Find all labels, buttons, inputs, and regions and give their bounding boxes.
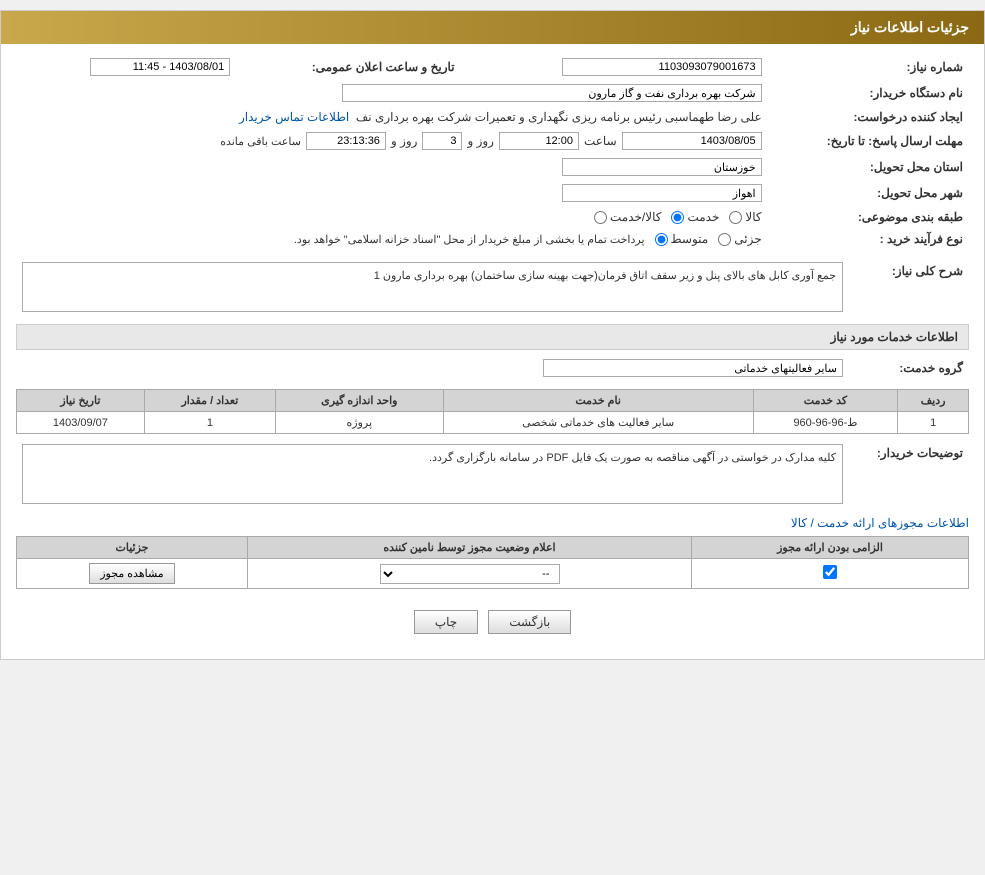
province-label: استان محل تحویل: (768, 154, 969, 180)
service-group-label: گروه خدمت: (849, 355, 969, 381)
purchase-type-group: جزئی متوسط پرداخت تمام یا بخشی از مبلغ خ… (294, 232, 762, 246)
category-label: طبقه بندی موضوعی: (768, 206, 969, 228)
view-permit-button[interactable]: مشاهده مجوز (89, 563, 174, 584)
send-counter-field[interactable] (306, 132, 386, 150)
permissions-table: الزامی بودن ارائه مجوز اعلام وضعیت مجوز … (16, 536, 969, 589)
col-quantity: تعداد / مقدار (144, 390, 275, 412)
table-row: -- مشاهده مجوز (17, 559, 969, 589)
perm-status-select[interactable]: -- (380, 564, 560, 584)
col-service-code: کد خدمت (753, 390, 898, 412)
description-table: شرح کلی نیاز: جمع آوری کابل های بالای پن… (16, 258, 969, 316)
purchase-motavset-option[interactable]: متوسط (655, 232, 709, 246)
cell-row-num: 1 (898, 412, 969, 434)
buyer-org-field[interactable] (342, 84, 762, 102)
service-group-field[interactable] (543, 359, 843, 377)
need-number-label: شماره نیاز: (768, 54, 969, 80)
info-table: شماره نیاز: تاریخ و ساعت اعلان عمومی: نا… (16, 54, 969, 250)
category-khedmat-option[interactable]: خدمت (671, 210, 719, 224)
time-label: ساعت (584, 134, 617, 148)
service-group-table: گروه خدمت: (16, 355, 969, 381)
buyer-org-label: نام دستگاه خریدار: (768, 80, 969, 106)
perm-required-checkbox[interactable] (823, 565, 837, 579)
city-label: شهر محل تحویل: (768, 180, 969, 206)
creator-label: ایجاد کننده درخواست: (768, 106, 969, 128)
col-date: تاریخ نیاز (17, 390, 145, 412)
days-label: روز و (467, 134, 494, 148)
perm-col-details: جزئیات (17, 537, 248, 559)
announce-datetime-field[interactable] (90, 58, 230, 76)
send-date-field[interactable] (622, 132, 762, 150)
purchase-type-label: نوع فرآیند خرید : (768, 228, 969, 250)
announce-datetime-label: تاریخ و ساعت اعلان عمومی: (236, 54, 460, 80)
col-unit: واحد اندازه گیری (275, 390, 443, 412)
purchase-note: پرداخت تمام یا بخشی از مبلغ خریدار از مح… (294, 233, 645, 246)
col-service-name: نام خدمت (443, 390, 753, 412)
send-days-field[interactable] (422, 132, 462, 150)
permits-section-link[interactable]: اطلاعات مجوزهای ارائه خدمت / کالا (791, 516, 969, 530)
category-radio-group: کالا خدمت کالا/خدمت (594, 210, 762, 224)
cell-quantity: 1 (144, 412, 275, 434)
buyer-notes-table: توضیحات خریدار: کلیه مدارک در خواستی در … (16, 440, 969, 508)
back-button[interactable]: بازگشت (488, 610, 571, 634)
description-label: شرح کلی نیاز: (849, 258, 969, 316)
cell-unit: پروژه (275, 412, 443, 434)
creator-link[interactable]: اطلاعات تماس خریدار (239, 110, 349, 124)
cell-date: 1403/09/07 (17, 412, 145, 434)
send-time-field[interactable] (499, 132, 579, 150)
buyer-notes-label: توضیحات خریدار: (849, 440, 969, 508)
need-number-field[interactable] (562, 58, 762, 76)
description-box: جمع آوری کابل های بالای پنل و زیر سقف ات… (22, 262, 843, 312)
send-deadline-label: مهلت ارسال پاسخ: تا تاریخ: (768, 128, 969, 154)
table-row: 1 ط-96-96-960 سایر فعالیت های خدماتی شخص… (17, 412, 969, 434)
city-field[interactable] (562, 184, 762, 202)
category-kala-khedmat-option[interactable]: کالا/خدمت (594, 210, 661, 224)
page-title: جزئیات اطلاعات نیاز (1, 11, 984, 44)
creator-text: علی رضا طهماسبی رئیس برنامه ریزی نگهداری… (356, 110, 762, 124)
remaining-label: ساعت باقی مانده (220, 135, 301, 148)
perm-col-required: الزامی بودن ارائه مجوز (692, 537, 969, 559)
province-field[interactable] (562, 158, 762, 176)
cell-service-code: ط-96-96-960 (753, 412, 898, 434)
category-kala-option[interactable]: کالا (729, 210, 761, 224)
services-grid: ردیف کد خدمت نام خدمت واحد اندازه گیری ت… (16, 389, 969, 434)
services-section-header: اطلاعات خدمات مورد نیاز (16, 324, 969, 350)
purchase-jozyi-option[interactable]: جزئی (718, 232, 761, 246)
buyer-notes-box: کلیه مدارک در خواستی در آگهی مناقصه به ص… (22, 444, 843, 504)
col-row-num: ردیف (898, 390, 969, 412)
cell-service-name: سایر فعالیت های خدماتی شخصی (443, 412, 753, 434)
print-button[interactable]: چاپ (414, 610, 478, 634)
perm-col-status: اعلام وضعیت مجوز توسط نامین کننده (247, 537, 691, 559)
days-text: روز و (391, 134, 418, 148)
button-row: بازگشت چاپ (16, 595, 969, 649)
